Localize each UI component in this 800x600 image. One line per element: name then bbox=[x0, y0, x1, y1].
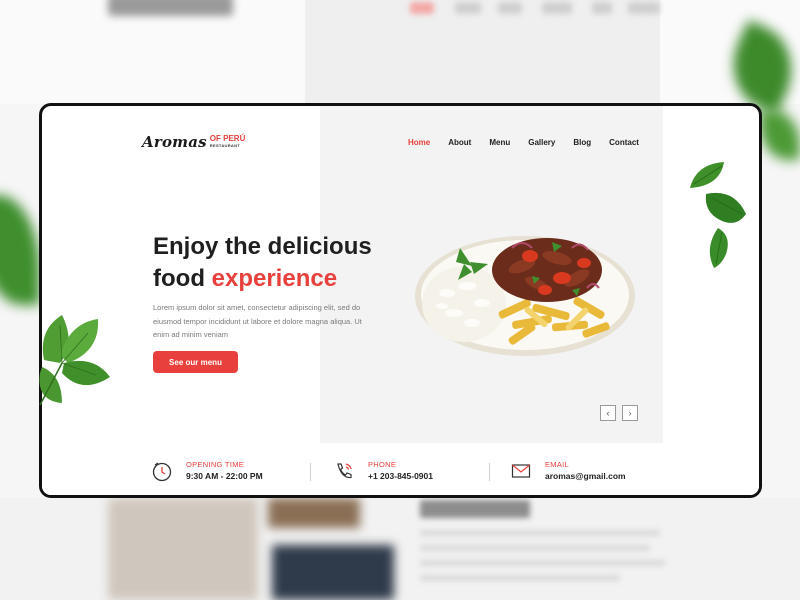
brand-suffix: OF PERÚ bbox=[209, 134, 246, 143]
background-leaf-blur bbox=[0, 195, 40, 305]
background-logo-blur bbox=[108, 0, 233, 16]
chevron-left-icon[interactable]: ‹ bbox=[600, 405, 616, 421]
background-text-blur bbox=[420, 560, 665, 566]
nav-gallery[interactable]: Gallery bbox=[528, 138, 555, 147]
background-leaf-blur bbox=[760, 110, 800, 160]
background-nav-blur bbox=[592, 2, 612, 14]
email-value[interactable]: aromas@gmail.com bbox=[545, 470, 626, 482]
main-nav: Home About Menu Gallery Blog Contact bbox=[408, 138, 639, 147]
see-menu-button[interactable]: See our menu bbox=[153, 351, 238, 373]
chevron-right-icon[interactable]: › bbox=[622, 405, 638, 421]
background-text-blur bbox=[420, 575, 620, 581]
mail-icon bbox=[509, 459, 533, 483]
background-text-blur bbox=[420, 530, 660, 536]
nav-menu[interactable]: Menu bbox=[489, 138, 510, 147]
nav-home[interactable]: Home bbox=[408, 138, 430, 147]
info-email: EMAIL aromas@gmail.com bbox=[509, 459, 626, 483]
hero-description: Lorem ipsum dolor sit amet, consectetur … bbox=[153, 303, 362, 339]
background-nav-blur bbox=[628, 2, 660, 14]
background-photo-blur bbox=[108, 498, 258, 600]
brand-suffix-block: OF PERÚ RESTAURANT bbox=[210, 134, 246, 148]
hero-title-prefix: food bbox=[153, 265, 212, 292]
background-nav-blur bbox=[542, 2, 572, 14]
phone-icon bbox=[332, 459, 356, 483]
background-nav-blur bbox=[410, 2, 434, 14]
brand-name: Aromas bbox=[142, 133, 207, 151]
slider-controls: ‹ › bbox=[600, 405, 638, 421]
mint-leaves-icon bbox=[39, 315, 110, 406]
background-photo-blur bbox=[272, 545, 394, 600]
brand-tagline: RESTAURANT bbox=[209, 143, 241, 148]
hero-title-line1: Enjoy the delicious bbox=[153, 233, 372, 260]
nav-about[interactable]: About bbox=[448, 138, 471, 147]
nav-contact[interactable]: Contact bbox=[609, 138, 639, 147]
nav-blog[interactable]: Blog bbox=[573, 138, 591, 147]
background-nav-blur bbox=[455, 2, 481, 14]
background-gray-panel bbox=[305, 0, 660, 104]
phone-label: PHONE bbox=[368, 460, 397, 469]
info-divider bbox=[489, 463, 490, 481]
email-label: EMAIL bbox=[545, 460, 570, 469]
background-text-blur bbox=[420, 545, 650, 551]
info-bar: OPENING TIME 9:30 AM - 22:00 PM PHONE +1… bbox=[42, 443, 759, 495]
info-phone: PHONE +1 203-845-0901 bbox=[332, 459, 433, 483]
opening-time-value: 9:30 AM - 22:00 PM bbox=[186, 471, 263, 481]
background-heading-blur bbox=[420, 500, 530, 518]
dish-image bbox=[415, 236, 635, 356]
hero-title-accent: experience bbox=[211, 265, 338, 292]
background-photo-blur bbox=[268, 498, 360, 528]
background-nav-blur bbox=[498, 2, 522, 14]
phone-value[interactable]: +1 203-845-0901 bbox=[368, 470, 433, 482]
clock-icon bbox=[150, 459, 174, 483]
info-opening-time: OPENING TIME 9:30 AM - 22:00 PM bbox=[150, 459, 263, 483]
opening-time-label: OPENING TIME bbox=[186, 460, 245, 469]
hero-title: Enjoy the delicious food experience bbox=[153, 231, 372, 295]
website-preview-card: Aromas OF PERÚ RESTAURANT Home About Men… bbox=[39, 103, 762, 498]
basil-leaves-icon bbox=[690, 162, 746, 268]
info-divider bbox=[310, 463, 311, 481]
brand-logo[interactable]: Aromas OF PERÚ RESTAURANT bbox=[142, 133, 245, 151]
